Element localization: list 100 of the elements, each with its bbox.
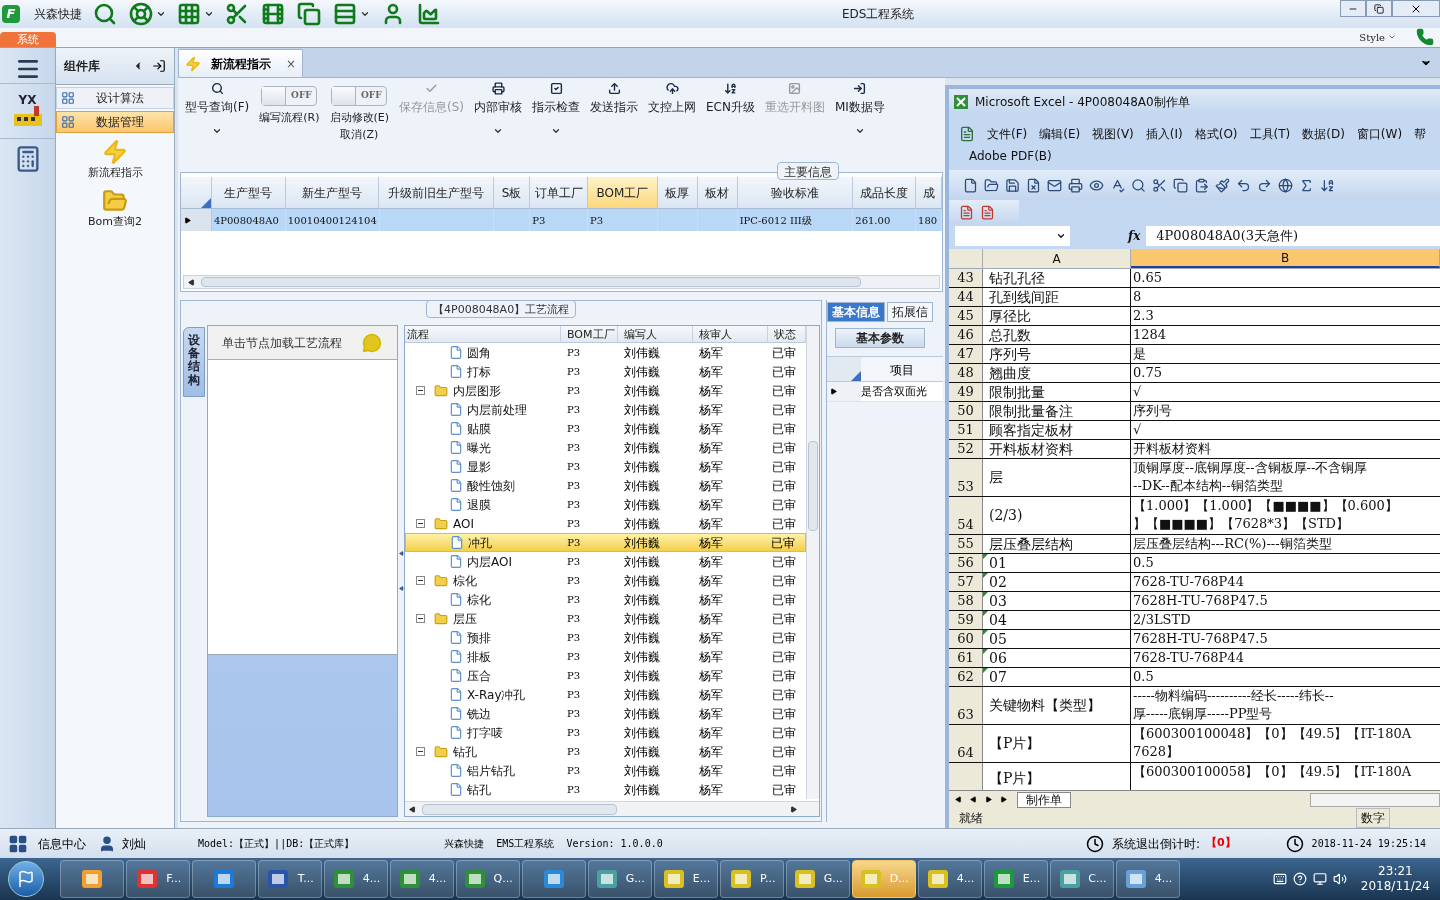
toggle-button[interactable]: OFF 启动修改(E) 取消(Z) bbox=[326, 82, 393, 143]
sheet-nav-icon[interactable] bbox=[955, 796, 962, 803]
collapse-box-icon[interactable] bbox=[416, 576, 425, 585]
toolbar-button[interactable] bbox=[1194, 177, 1209, 193]
sub-tab[interactable]: 基本参数 bbox=[835, 328, 925, 348]
toolbar-button[interactable] bbox=[128, 1, 154, 27]
tree-row[interactable]: 打字唛 P3 刘伟巍 杨军 已审 bbox=[405, 723, 806, 742]
column-header[interactable]: A bbox=[983, 249, 1131, 268]
toolbar-button[interactable] bbox=[92, 1, 118, 27]
sheet-nav-icon[interactable] bbox=[985, 796, 992, 803]
tree-row[interactable]: AOI P3 刘伟巍 杨军 已审 bbox=[405, 514, 806, 533]
info-center-link[interactable]: 信息中心 bbox=[38, 834, 86, 853]
tree-row[interactable]: 内层图形 P3 刘伟巍 杨军 已审 bbox=[405, 381, 806, 400]
menu-item[interactable]: 数据(D) bbox=[1302, 124, 1345, 143]
toolbar-button[interactable]: MI数据导 bbox=[831, 82, 888, 136]
toolbar-button[interactable] bbox=[1215, 177, 1230, 193]
menu-item[interactable]: 窗口(W) bbox=[1356, 124, 1403, 143]
toolbar-button[interactable] bbox=[1320, 177, 1335, 193]
calculator-tool[interactable] bbox=[0, 138, 55, 173]
menu-item[interactable]: 视图(V) bbox=[1092, 124, 1134, 143]
toolbar-button[interactable]: 发送指示 bbox=[587, 82, 642, 116]
toolbar-button[interactable] bbox=[984, 177, 999, 193]
toolbar-button[interactable] bbox=[1278, 177, 1293, 193]
toolbar-button[interactable]: 内部审核 bbox=[471, 82, 526, 136]
sheet-nav-icon[interactable] bbox=[970, 796, 977, 803]
toolbar-button[interactable] bbox=[1068, 177, 1083, 193]
factory-tool[interactable]: YX bbox=[10, 94, 45, 130]
tree-row[interactable]: 打标 P3 刘伟巍 杨军 已审 bbox=[405, 362, 806, 381]
taskbar-button[interactable]: 4... bbox=[324, 860, 388, 898]
menu-item[interactable]: 插入(I) bbox=[1145, 124, 1183, 143]
taskbar-button[interactable]: Q... bbox=[456, 860, 520, 898]
toolbar-button[interactable] bbox=[1152, 177, 1167, 193]
taskbar-button[interactable]: E... bbox=[654, 860, 718, 898]
tree-row[interactable]: 棕化 P3 刘伟巍 杨军 已审 bbox=[405, 571, 806, 590]
taskbar-button[interactable]: C... bbox=[1050, 860, 1114, 898]
tree-row[interactable]: 曝光 P3 刘伟巍 杨军 已审 bbox=[405, 438, 806, 457]
tree-row[interactable]: 酸性蚀刻 P3 刘伟巍 杨军 已审 bbox=[405, 476, 806, 495]
sheet-nav-icon[interactable] bbox=[1000, 796, 1007, 803]
toolbar-button[interactable] bbox=[1257, 177, 1272, 193]
tree-row[interactable]: 退膜 P3 刘伟巍 杨军 已审 bbox=[405, 495, 806, 514]
tree-row[interactable]: 压合 P3 刘伟巍 杨军 已审 bbox=[405, 666, 806, 685]
toolbar-button[interactable] bbox=[1173, 177, 1188, 193]
menu-item[interactable]: 编辑(E) bbox=[1039, 124, 1081, 143]
side-tab[interactable]: 设备结构 bbox=[183, 327, 205, 397]
toggle-button[interactable]: OFF 编写流程(R) bbox=[256, 82, 323, 127]
select-all-cell[interactable] bbox=[949, 249, 983, 268]
tree-row[interactable]: 棕化 P3 刘伟巍 杨军 已审 bbox=[405, 590, 806, 609]
tree-row[interactable]: 内层AOI P3 刘伟巍 杨军 已审 bbox=[405, 552, 806, 571]
toolbar-button[interactable]: ECN升级 bbox=[703, 82, 758, 116]
toolbar-button[interactable] bbox=[1110, 177, 1125, 193]
tree-row[interactable]: 钻孔 P3 刘伟巍 杨军 已审 bbox=[405, 780, 806, 799]
taskbar-button[interactable]: 4... bbox=[1116, 860, 1180, 898]
taskbar-button[interactable]: E... bbox=[984, 860, 1048, 898]
taskbar-button[interactable]: 4... bbox=[390, 860, 454, 898]
tree-row[interactable]: 贴膜 P3 刘伟巍 杨军 已审 bbox=[405, 419, 806, 438]
style-menu[interactable]: Style bbox=[1359, 29, 1396, 45]
toolbar-button[interactable]: 文控上网 bbox=[645, 82, 700, 116]
column-header[interactable]: B bbox=[1131, 249, 1440, 268]
toolbar-button[interactable] bbox=[1131, 177, 1146, 193]
formula-field[interactable]: 4P008048A0(3天急件) bbox=[1146, 226, 1440, 246]
menu-item[interactable]: 格式(O) bbox=[1194, 124, 1238, 143]
menu-item[interactable]: 工具(T) bbox=[1249, 124, 1291, 143]
scrollbar-thumb[interactable] bbox=[808, 441, 818, 531]
collapse-box-icon[interactable] bbox=[416, 519, 425, 528]
taskbar-button[interactable]: T... bbox=[258, 860, 322, 898]
close-tab-button[interactable]: × bbox=[285, 54, 296, 73]
tree-row[interactable]: X-Ray冲孔 P3 刘伟巍 杨军 已审 bbox=[405, 685, 806, 704]
tree-row[interactable]: 钻孔 P3 刘伟巍 杨军 已审 bbox=[405, 742, 806, 761]
document-tab[interactable]: 新流程指示 × bbox=[178, 49, 303, 77]
taskbar-button[interactable]: 4... bbox=[918, 860, 982, 898]
toolbar-button[interactable]: 指示检查 bbox=[529, 82, 584, 136]
tree-row[interactable]: 冲孔 P3 刘伟巍 杨军 已审 bbox=[405, 533, 806, 552]
toolbar-button[interactable] bbox=[963, 177, 978, 193]
tree-row[interactable]: 层压 P3 刘伟巍 杨军 已审 bbox=[405, 609, 806, 628]
toolbar-button[interactable] bbox=[260, 1, 286, 27]
collapse-box-icon[interactable] bbox=[416, 614, 425, 623]
start-button[interactable] bbox=[8, 861, 44, 897]
taskbar-button[interactable] bbox=[522, 860, 586, 898]
collapse-box-icon[interactable] bbox=[416, 747, 425, 756]
toolbar-button[interactable] bbox=[176, 1, 202, 27]
toolbar-button[interactable]: 型号查询(F) bbox=[182, 82, 253, 136]
collapse-box-icon[interactable] bbox=[416, 386, 425, 395]
toolbar-button[interactable] bbox=[1299, 177, 1314, 193]
menu-item[interactable]: 文件(F) bbox=[987, 124, 1028, 143]
toolbar-button[interactable] bbox=[296, 1, 322, 27]
toolbar-button[interactable] bbox=[416, 1, 442, 27]
library-tool[interactable]: 新流程指示 bbox=[56, 139, 174, 182]
taskbar-button[interactable]: F... bbox=[126, 860, 190, 898]
taskbar-button[interactable]: G... bbox=[786, 860, 850, 898]
tree-row[interactable]: 显影 P3 刘伟巍 杨军 已审 bbox=[405, 457, 806, 476]
scrollbar-thumb[interactable] bbox=[201, 277, 861, 287]
tree-row[interactable]: 预排 P3 刘伟巍 杨军 已审 bbox=[405, 628, 806, 647]
sheet-tab[interactable]: 制作单 bbox=[1017, 791, 1071, 808]
tree-row[interactable]: 铝片钻孔 P3 刘伟巍 杨军 已审 bbox=[405, 761, 806, 780]
taskbar-button[interactable]: P... bbox=[720, 860, 784, 898]
toolbar-button[interactable] bbox=[1047, 177, 1062, 193]
taskbar-button[interactable] bbox=[60, 860, 124, 898]
tab[interactable]: 基本信息 bbox=[827, 302, 885, 322]
menu-item[interactable]: Adobe PDF(B) bbox=[969, 147, 1052, 165]
toolbar-button[interactable] bbox=[1089, 177, 1104, 193]
